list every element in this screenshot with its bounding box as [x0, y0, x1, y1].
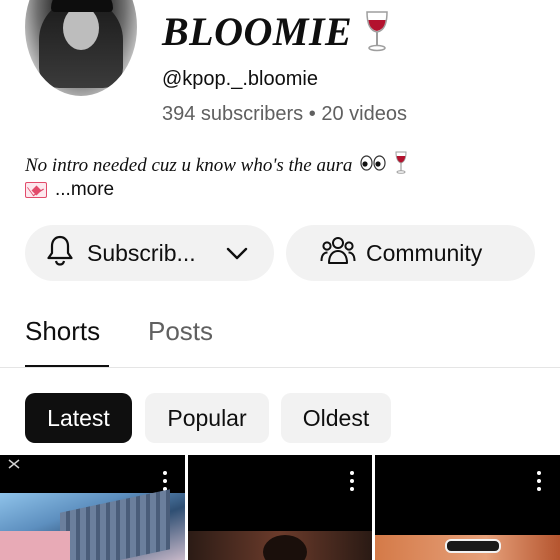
avatar-face — [63, 6, 99, 50]
short-thumbnail-2[interactable] — [188, 455, 372, 560]
channel-handle: @kpop._.bloomie — [162, 68, 318, 90]
capcut-icon — [8, 457, 20, 474]
chevron-down-icon — [226, 240, 248, 267]
wine-glass-icon — [362, 9, 392, 55]
short-thumbnail-1[interactable] — [0, 455, 185, 560]
tab-divider — [0, 367, 560, 368]
more-options-icon[interactable] — [350, 471, 354, 491]
channel-name-text: BLOOMIE — [162, 9, 353, 54]
channel-name: BLOOMIE — [162, 8, 392, 55]
filter-chip-latest[interactable]: Latest — [25, 393, 132, 443]
thumbnail-image — [188, 531, 372, 560]
thumbnail-image — [0, 489, 185, 560]
tab-shorts[interactable]: Shorts — [25, 316, 100, 347]
subscribe-label: Subscrib... — [87, 239, 196, 266]
channel-avatar[interactable] — [25, 0, 137, 96]
channel-description[interactable]: No intro needed cuz u know who's the aur… — [25, 151, 408, 181]
more-options-icon[interactable] — [537, 471, 541, 491]
filter-chip-popular[interactable]: Popular — [145, 393, 269, 443]
thumbnail-image — [375, 535, 560, 560]
stats-separator: • — [308, 103, 316, 125]
avatar-cap — [51, 0, 113, 12]
subscriber-count: 394 subscribers — [162, 103, 304, 125]
short-thumbnail-3[interactable] — [375, 455, 560, 560]
more-link[interactable]: ...more — [55, 179, 114, 201]
eyes-icon — [360, 155, 386, 177]
description-text: No intro needed cuz u know who's the aur… — [25, 155, 353, 176]
bell-icon — [45, 234, 75, 272]
community-icon — [320, 235, 356, 271]
more-options-icon[interactable] — [163, 471, 167, 491]
subscribe-button[interactable]: Subscrib... — [25, 225, 274, 281]
community-button[interactable]: Community — [286, 225, 535, 281]
love-letter-icon — [25, 182, 47, 198]
filter-chip-oldest[interactable]: Oldest — [281, 393, 391, 443]
description-more-row[interactable]: ...more — [25, 179, 114, 201]
community-label: Community — [366, 239, 483, 266]
tab-posts[interactable]: Posts — [148, 316, 213, 347]
channel-stats: 394 subscribers • 20 videos — [162, 103, 407, 126]
video-count: 20 videos — [321, 103, 407, 125]
wine-glass-icon-small — [394, 151, 408, 181]
